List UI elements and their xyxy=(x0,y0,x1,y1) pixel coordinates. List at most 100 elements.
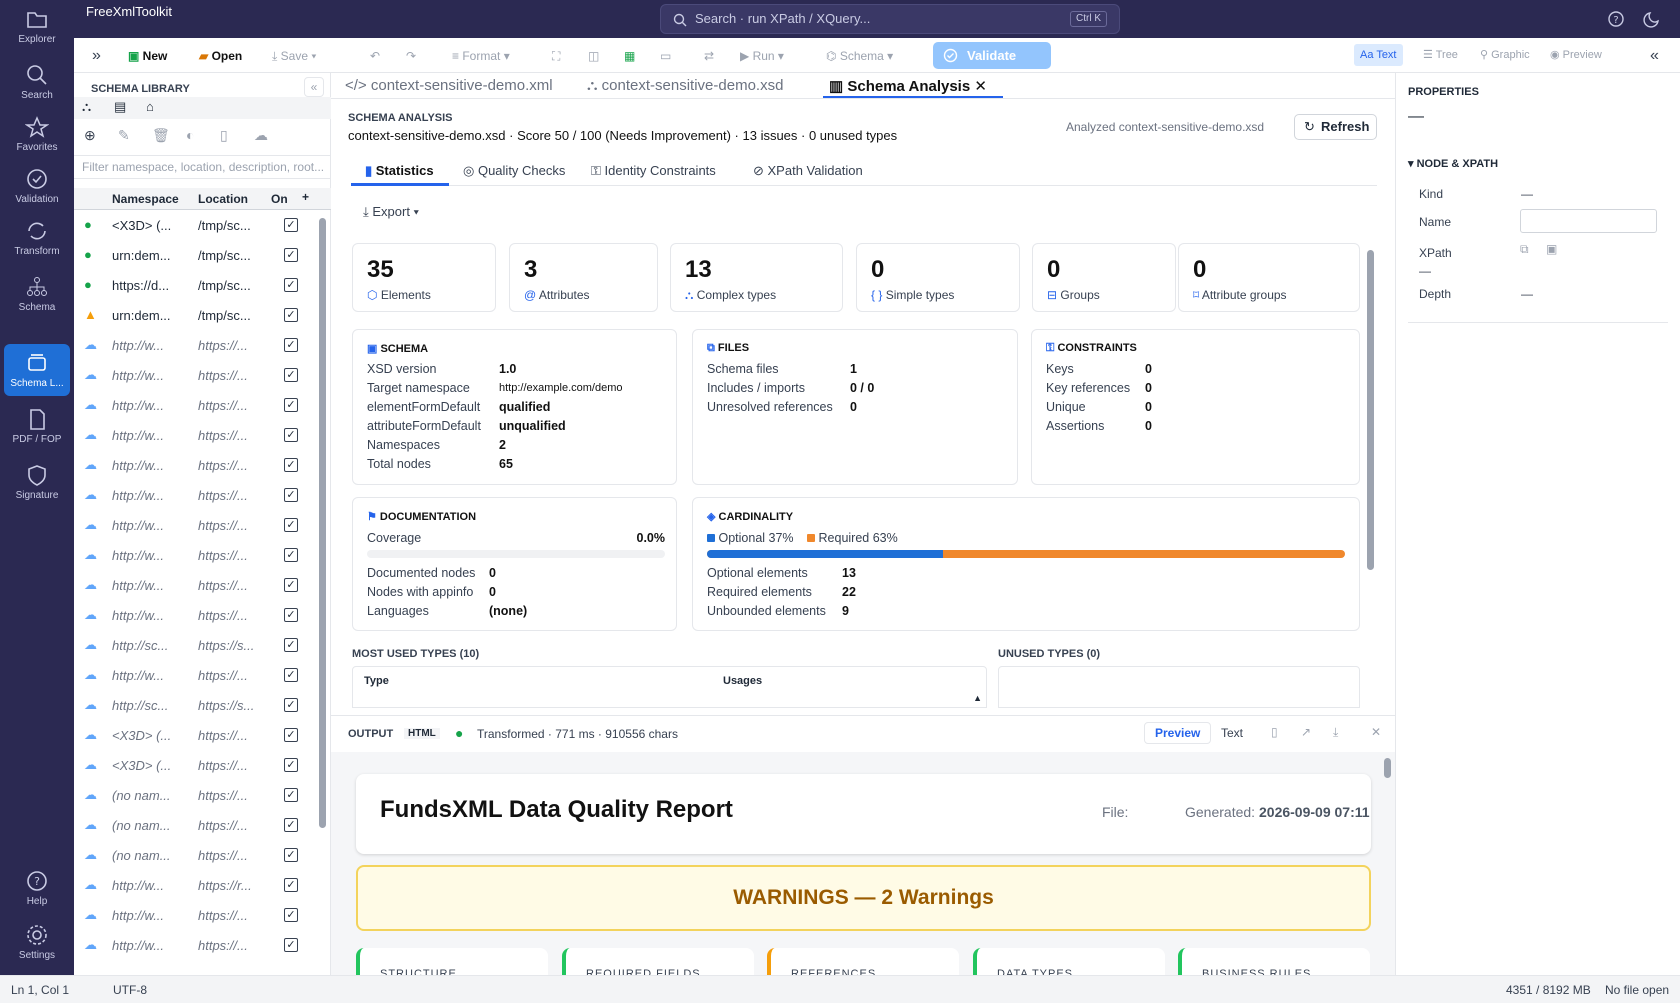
view-preview-button[interactable]: ◉ Preview xyxy=(1544,44,1608,66)
copy-icon[interactable]: ⧉ xyxy=(1520,242,1529,257)
view-text-button[interactable]: Aa Text xyxy=(1354,44,1403,66)
rail-validation[interactable]: Validation xyxy=(4,160,70,212)
table-row[interactable]: ☁ http://w... https://... ✓ xyxy=(74,930,317,960)
drive-icon[interactable]: ⌂ xyxy=(146,99,154,114)
rail-favorites[interactable]: Favorites xyxy=(4,108,70,160)
library-filter-input[interactable]: Filter namespace, location, description,… xyxy=(74,155,331,179)
file-icon[interactable]: ▯ xyxy=(220,127,228,144)
enabled-checkbox[interactable]: ✓ xyxy=(284,608,298,622)
download-icon[interactable]: ⤓ xyxy=(1333,725,1338,740)
table-row[interactable]: ☁ http://w... https://... ✓ xyxy=(74,360,317,390)
rail-explorer[interactable]: Explorer xyxy=(4,0,70,52)
edit-icon[interactable]: ✎ xyxy=(118,127,130,144)
enabled-checkbox[interactable]: ✓ xyxy=(284,518,298,532)
text-toggle[interactable]: Text xyxy=(1221,726,1243,740)
enabled-checkbox[interactable]: ✓ xyxy=(284,668,298,682)
rail-settings[interactable]: Settings xyxy=(4,916,70,968)
add-icon[interactable]: ⊕ xyxy=(84,127,96,144)
book-icon[interactable]: ▤ xyxy=(114,99,126,115)
expand-icon[interactable]: » xyxy=(92,46,101,66)
clipboard-icon[interactable]: ▣ xyxy=(1546,242,1557,256)
col-usages[interactable]: Usages xyxy=(723,675,762,687)
table-row[interactable]: ☁ http://w... https://r... ✓ xyxy=(74,870,317,900)
transform-icon[interactable]: ⇄ xyxy=(704,46,714,66)
enabled-checkbox[interactable]: ✓ xyxy=(284,638,298,652)
enabled-checkbox[interactable]: ✓ xyxy=(284,788,298,802)
new-button[interactable]: ▣ New xyxy=(128,46,167,66)
section-node-xpath[interactable]: ▾ NODE & XPATH xyxy=(1408,157,1498,170)
trash-icon[interactable]: 🗑 xyxy=(152,127,170,144)
tab-xsd[interactable]: ⛬ context-sensitive-demo.xsd xyxy=(587,77,783,94)
view-graphic-button[interactable]: ⚲ Graphic xyxy=(1474,44,1536,66)
report-scrollbar[interactable] xyxy=(1384,758,1391,778)
enabled-checkbox[interactable]: ✓ xyxy=(284,278,298,292)
table-row[interactable]: ☁ http://sc... https://s... ✓ xyxy=(74,630,317,660)
close-icon[interactable]: ✕ xyxy=(1371,725,1381,739)
analysis-scrollbar[interactable] xyxy=(1367,250,1374,570)
enabled-checkbox[interactable]: ✓ xyxy=(284,938,298,952)
view-tree-button[interactable]: ☰ Tree xyxy=(1417,44,1464,66)
enabled-checkbox[interactable]: ✓ xyxy=(284,248,298,262)
enabled-checkbox[interactable]: ✓ xyxy=(284,728,298,742)
redo-icon[interactable]: ↷ xyxy=(406,46,416,66)
rail-pdf[interactable]: PDF / FOP xyxy=(4,400,70,452)
library-scrollbar[interactable] xyxy=(319,218,326,828)
table-row[interactable]: ☁ (no nam... https://... ✓ xyxy=(74,780,317,810)
preview-toggle[interactable]: Preview xyxy=(1144,722,1212,744)
tree-view-icon[interactable]: ⛶ xyxy=(552,46,560,66)
subtab-identity-constraints[interactable]: ⚿ Identity Constraints xyxy=(591,163,716,179)
enabled-checkbox[interactable]: ✓ xyxy=(284,428,298,442)
split-icon[interactable]: ◫ xyxy=(588,46,599,66)
enabled-checkbox[interactable]: ✓ xyxy=(284,338,298,352)
rail-signature[interactable]: Signature xyxy=(4,456,70,508)
rail-search[interactable]: Search xyxy=(4,56,70,108)
rail-schema[interactable]: Schema xyxy=(4,268,70,320)
subtab-quality-checks[interactable]: ◎ Quality Checks xyxy=(463,163,565,179)
table-row[interactable]: ☁ http://w... https://... ✓ xyxy=(74,420,317,450)
terminal-icon[interactable]: ▭ xyxy=(660,46,671,66)
table-row[interactable]: ☁ <X3D> (... https://... ✓ xyxy=(74,720,317,750)
table-row[interactable]: ● https://d... /tmp/sc... ✓ xyxy=(74,270,317,300)
col-location[interactable]: Location xyxy=(198,192,248,206)
enabled-checkbox[interactable]: ✓ xyxy=(284,548,298,562)
table-row[interactable]: ☁ http://w... https://... ✓ xyxy=(74,510,317,540)
table-row[interactable]: ☁ (no nam... https://... ✓ xyxy=(74,810,317,840)
table-row[interactable]: ☁ http://w... https://... ✓ xyxy=(74,900,317,930)
name-input[interactable] xyxy=(1520,209,1657,233)
dark-mode-icon[interactable] xyxy=(1643,10,1661,28)
subtab-xpath-validation[interactable]: ⊘ XPath Validation xyxy=(753,163,863,179)
enabled-checkbox[interactable]: ✓ xyxy=(284,578,298,592)
help-icon[interactable]: ? xyxy=(1607,10,1625,28)
format-button[interactable]: ≡ Format ▾ xyxy=(452,46,510,66)
open-button[interactable]: ▰ Open xyxy=(199,46,242,66)
global-search-input[interactable]: Search · run XPath / XQuery... Ctrl K xyxy=(660,4,1120,34)
enabled-checkbox[interactable]: ✓ xyxy=(284,308,298,322)
enabled-checkbox[interactable]: ✓ xyxy=(284,818,298,832)
add-column-icon[interactable]: + xyxy=(302,190,309,204)
table-row[interactable]: ☁ http://w... https://... ✓ xyxy=(74,600,317,630)
validate-button[interactable]: Validate xyxy=(933,42,1051,69)
table-row[interactable]: ☁ http://w... https://... ✓ xyxy=(74,480,317,510)
table-row[interactable]: ☁ (no nam... https://... ✓ xyxy=(74,840,317,870)
export-button[interactable]: ⤓ Export ▾ xyxy=(363,204,419,220)
enabled-checkbox[interactable]: ✓ xyxy=(284,698,298,712)
rail-schema-library[interactable]: Schema L... xyxy=(4,344,70,396)
external-link-icon[interactable]: ↗ xyxy=(1301,725,1311,739)
tab-xml[interactable]: </> context-sensitive-demo.xml xyxy=(345,77,553,94)
table-row[interactable]: ● <X3D> (... /tmp/sc... ✓ xyxy=(74,210,317,240)
col-namespace[interactable]: Namespace xyxy=(112,192,179,206)
enabled-checkbox[interactable]: ✓ xyxy=(284,458,298,472)
table-row[interactable]: ☁ <X3D> (... https://... ✓ xyxy=(74,750,317,780)
tree-icon[interactable]: ⛬ xyxy=(82,99,91,115)
close-icon[interactable]: ✕ xyxy=(974,78,987,95)
rail-help[interactable]: ? Help xyxy=(4,862,70,914)
cloud-download-icon[interactable]: ☁ xyxy=(254,127,268,144)
enabled-checkbox[interactable]: ✓ xyxy=(284,398,298,412)
enabled-checkbox[interactable]: ✓ xyxy=(284,758,298,772)
col-on[interactable]: On xyxy=(271,192,288,206)
grid-icon[interactable]: ▦ xyxy=(624,46,635,66)
toggle-icon[interactable]: ◐ xyxy=(186,127,194,143)
table-row[interactable]: ☁ http://w... https://... ✓ xyxy=(74,570,317,600)
table-row[interactable]: ☁ http://w... https://... ✓ xyxy=(74,540,317,570)
col-type[interactable]: Type xyxy=(364,675,389,687)
